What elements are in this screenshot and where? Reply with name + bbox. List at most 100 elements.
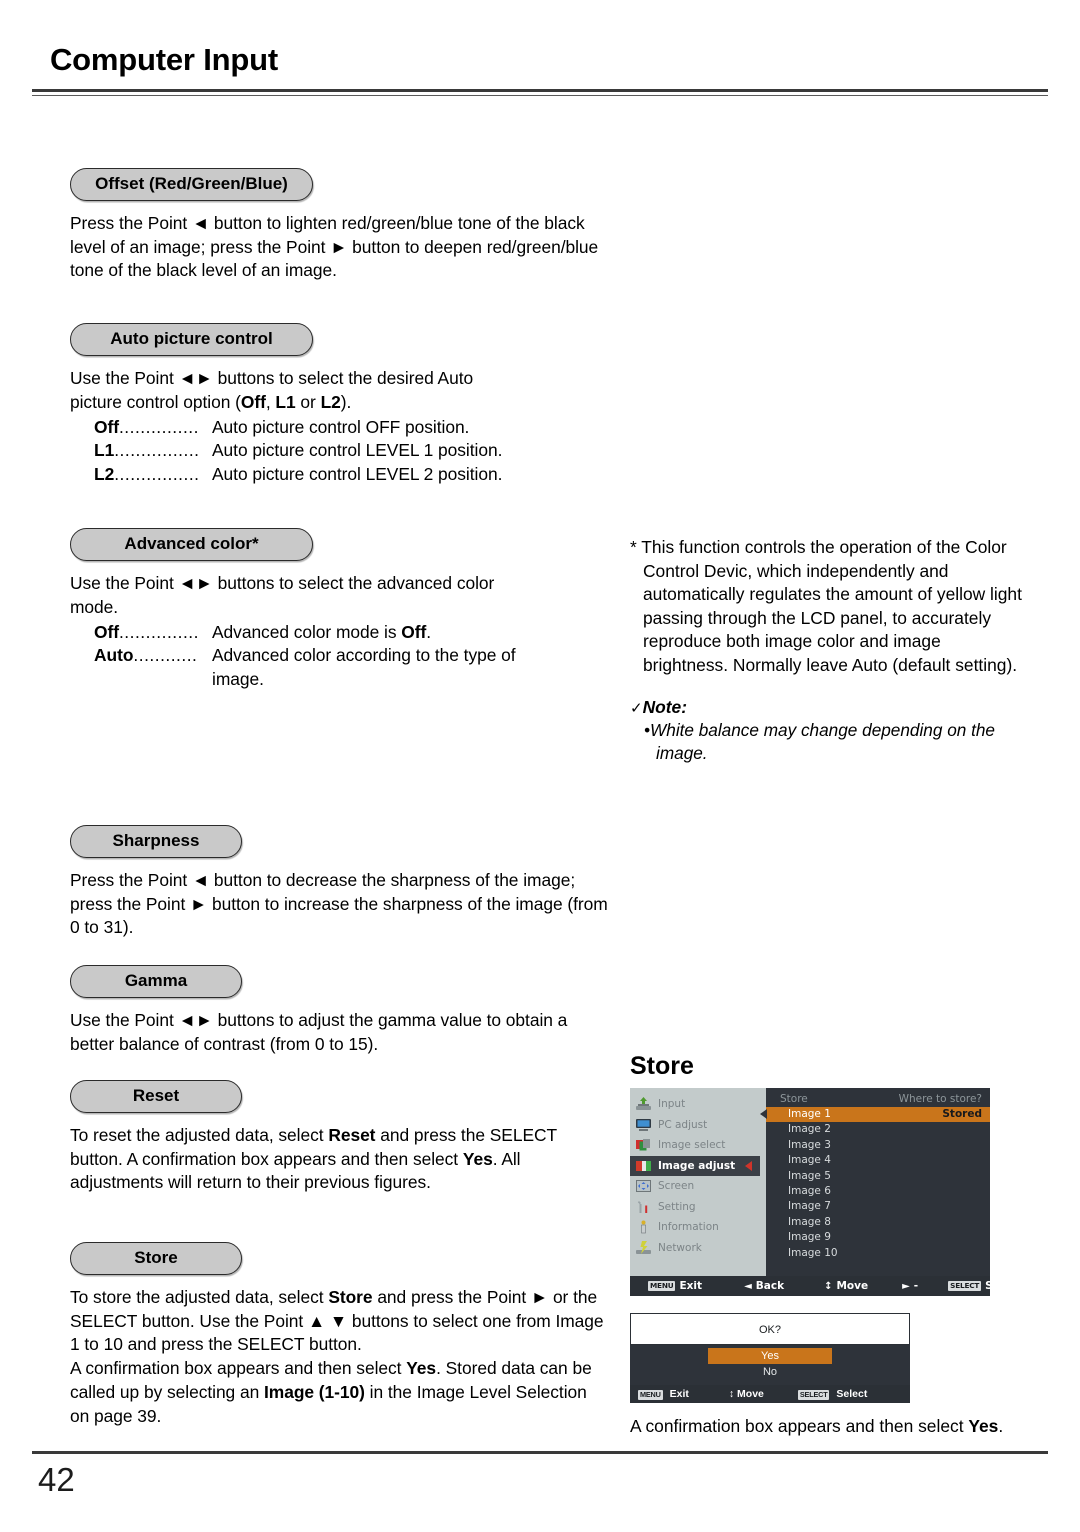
adv-option-desc-cont: image. [212, 669, 264, 690]
store-t1: To store the adjusted data, select [70, 1286, 329, 1307]
sidebar-item-setting[interactable]: Setting [630, 1197, 760, 1218]
sidebar-item-network[interactable]: Network [630, 1238, 760, 1259]
adv-option-dots: ............ [133, 645, 198, 666]
image-adjust-icon [635, 1159, 652, 1173]
sidebar-item-label: PC adjust [658, 1118, 708, 1131]
chevron-right-icon: ► [902, 1280, 910, 1292]
sidebar-item-label: Setting [658, 1200, 696, 1213]
adv-opt0-d1: Advanced color mode is [212, 621, 402, 642]
footer-rule [32, 1451, 1048, 1454]
adv-option-term-text: Off [94, 621, 119, 642]
section-auto-picture-control: Auto picture control Use the Point ◄► bu… [70, 323, 610, 487]
osd-screenshot: Input PC adjust Image select Image adjus… [630, 1088, 1022, 1316]
section-heading-offset: Offset (Red/Green/Blue) [70, 168, 313, 201]
sidebar-item-label: Information [658, 1221, 719, 1234]
confirm-status-select[interactable]: SELECT Select [797, 1388, 867, 1400]
panel-row-image-10[interactable]: Image 10 [766, 1246, 990, 1261]
adv-option-row: Off............... Advanced color mode i… [70, 621, 610, 645]
panel-row-label: Image 4 [788, 1154, 831, 1167]
apc-option-term: L2................ [70, 463, 212, 487]
footnote-text: * This function controls the operation o… [630, 537, 1022, 675]
section-body-store: To store the adjusted data, select Store… [70, 1286, 610, 1429]
osd-store-panel: Store Where to store? Image 1 Stored Ima… [760, 1088, 990, 1276]
panel-header: Store Where to store? [766, 1092, 990, 1107]
sidebar-item-label: Input [658, 1098, 686, 1111]
section-heading-store: Store [70, 1242, 242, 1275]
confirm-status-exit[interactable]: MENU Exit [638, 1388, 689, 1400]
panel-row-image-1[interactable]: Image 1 Stored [760, 1107, 990, 1123]
section-gamma: Gamma Use the Point ◄► buttons to adjust… [70, 965, 610, 1056]
sidebar-item-pc-adjust[interactable]: PC adjust [630, 1115, 760, 1136]
apc-intro-2e: or [295, 391, 321, 412]
menu-key-icon: MENU [638, 1390, 663, 1400]
information-icon [635, 1220, 652, 1234]
note-title: ✓Note: [630, 697, 1022, 718]
apc-option-term: Off............... [70, 416, 212, 440]
section-body-sharpness: Press the Point ◄ button to decrease the… [70, 869, 608, 938]
adv-opt0-d2: . [426, 621, 432, 642]
apc-option-term-text: Off [94, 416, 119, 437]
adv-option-row-cont: image. [70, 668, 610, 692]
osd-status-bar: MENU Exit ◄ Back ↕ Move ► ----- SELECT [630, 1256, 1022, 1316]
confirm-yes-button[interactable]: Yes [708, 1348, 832, 1364]
figure-caption-yes: Yes [968, 1416, 999, 1436]
status-back[interactable]: ◄ Back [744, 1280, 784, 1292]
osd-figure: Store Input PC adjust Image select Image… [630, 1052, 1030, 1439]
apc-option-row: L1................ Auto picture control … [70, 439, 610, 463]
panel-row-label: Image 5 [788, 1169, 831, 1182]
section-sharpness: Sharpness Press the Point ◄ button to de… [70, 825, 610, 940]
panel-row-label: Image 2 [788, 1123, 831, 1136]
sidebar-item-input[interactable]: Input [630, 1094, 760, 1115]
status-select-label: Select [985, 1280, 1022, 1292]
panel-row-image-5[interactable]: Image 5 [766, 1169, 990, 1184]
setting-icon [635, 1200, 652, 1214]
adv-opt0-bold: Off [401, 621, 427, 642]
panel-row-image-2[interactable]: Image 2 [766, 1122, 990, 1137]
select-key-icon: SELECT [797, 1390, 830, 1400]
panel-row-label: Image 7 [788, 1200, 831, 1213]
panel-row-label: Image 3 [788, 1138, 831, 1151]
section-body-gamma: Use the Point ◄► buttons to adjust the g… [70, 1009, 568, 1054]
pc-adjust-icon [635, 1118, 652, 1132]
panel-row-status: Stored [942, 1108, 982, 1120]
apc-option-row: L2................ Auto picture control … [70, 463, 610, 487]
status-select[interactable]: SELECT Select [948, 1280, 1022, 1292]
panel-row-label: Image 6 [788, 1184, 831, 1197]
sidebar-item-information[interactable]: Information [630, 1217, 760, 1238]
panel-row-image-7[interactable]: Image 7 [766, 1199, 990, 1214]
section-body-offset: Press the Point ◄ button to lighten red/… [70, 212, 599, 281]
panel-row-image-4[interactable]: Image 4 [766, 1153, 990, 1168]
apc-option-row: Off............... Auto picture control … [70, 416, 610, 440]
osd-main-area: Input PC adjust Image select Image adjus… [630, 1088, 990, 1276]
left-column: Offset (Red/Green/Blue) Press the Point … [70, 168, 610, 1426]
apc-option-dots: ................ [114, 440, 200, 461]
figure-caption-a: A confirmation box appears and then sele… [630, 1416, 969, 1436]
panel-row-image-3[interactable]: Image 3 [766, 1138, 990, 1153]
note-item: •White balance may change depending on t… [630, 719, 1022, 764]
adv-option-term-text: Auto [94, 645, 134, 666]
status-exit[interactable]: MENU Exit [648, 1280, 702, 1292]
panel-row-image-6[interactable]: Image 6 [766, 1184, 990, 1199]
panel-row-image-8[interactable]: Image 8 [766, 1215, 990, 1230]
store-bold-yes: Yes [406, 1358, 437, 1379]
figure-title: Store [630, 1052, 694, 1080]
reset-bold-yes: Yes [462, 1148, 493, 1169]
input-icon [635, 1097, 652, 1111]
figure-caption-c: . [998, 1416, 1004, 1436]
sidebar-item-screen[interactable]: Screen [630, 1176, 760, 1197]
adv-intro-line2: mode. [70, 596, 119, 617]
section-body-auto-picture-control: Use the Point ◄► buttons to select the d… [70, 367, 610, 487]
status-move[interactable]: ↕ Move [824, 1280, 868, 1292]
note-item-text: White balance may change depending on th… [650, 720, 995, 763]
sidebar-item-image-adjust[interactable]: Image adjust [630, 1155, 760, 1176]
confirm-no-button[interactable]: No [708, 1364, 832, 1380]
adv-intro-line1: Use the Point ◄► buttons to select the a… [70, 572, 495, 593]
sidebar-item-label: Screen [658, 1180, 695, 1193]
panel-row-label: Image 10 [788, 1246, 838, 1259]
panel-row-image-9[interactable]: Image 9 [766, 1230, 990, 1245]
confirm-status-move[interactable]: ↕ Move [729, 1388, 764, 1400]
up-down-arrow-icon: ↕ [824, 1280, 833, 1292]
adv-option-dots: ............... [118, 621, 199, 642]
sidebar-item-image-select[interactable]: Image select [630, 1135, 760, 1156]
header-rule-thin [32, 95, 1048, 96]
